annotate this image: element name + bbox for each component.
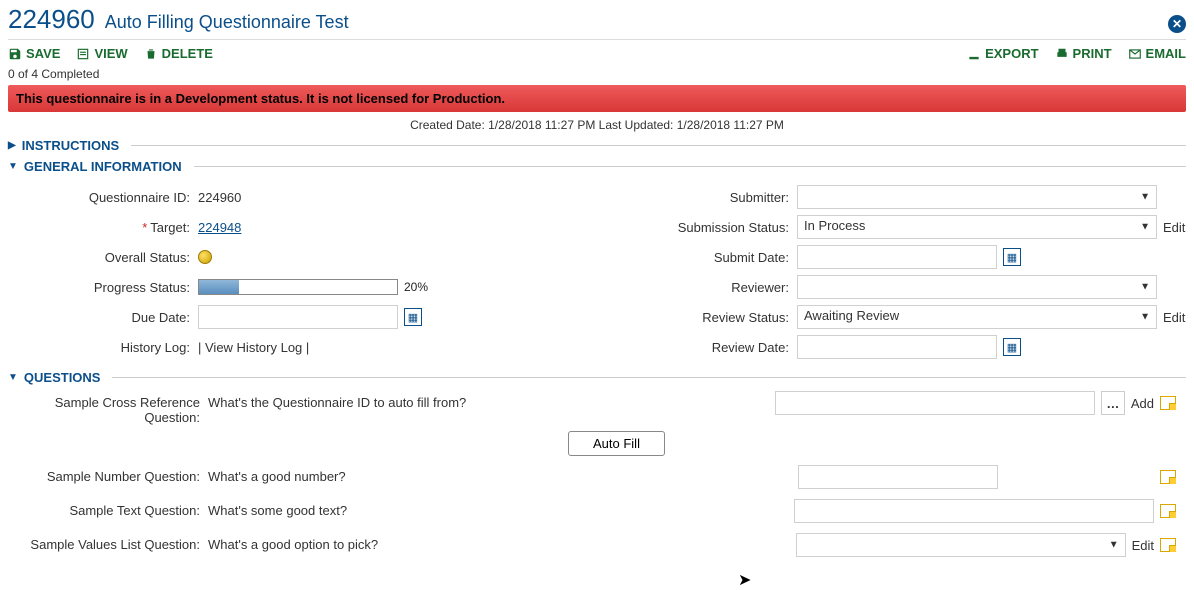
review-status-select[interactable]: Awaiting Review ▼ [797,305,1157,329]
q-text: What's a good option to pick? [208,533,568,552]
chevron-down-icon: ▼ [8,372,18,383]
edit-rev-status[interactable]: Edit [1163,310,1185,325]
note-icon[interactable] [1160,470,1176,484]
label-reviewer: Reviewer: [607,280,797,295]
label-sub-date: Submit Date: [607,250,797,265]
label-due: Due Date: [8,310,198,325]
q-label: Sample Text Question: [8,499,208,518]
view-icon [76,47,90,61]
warning-banner: This questionnaire is in a Development s… [8,85,1186,112]
calendar-icon[interactable]: ▦ [1003,338,1021,356]
reviewer-select[interactable]: ▼ [797,275,1157,299]
q-label: Sample Number Question: [8,465,208,484]
trash-icon [144,47,158,61]
add-link[interactable]: Add [1131,396,1154,411]
progress-pct: 20% [404,280,428,294]
label-target: Target: [8,220,198,235]
note-icon[interactable] [1160,504,1176,518]
export-button[interactable]: EXPORT [967,46,1038,61]
target-link[interactable]: 224948 [198,220,241,235]
review-date-input[interactable] [797,335,997,359]
chevron-down-icon: ▼ [8,161,18,172]
save-button[interactable]: SAVE [8,46,60,61]
section-general[interactable]: ▼ GENERAL INFORMATION [8,159,1186,174]
value-qid: 224960 [198,190,587,205]
q-text: What's a good number? [208,465,568,484]
record-id: 224960 [8,4,95,35]
meta-dates: Created Date: 1/28/2018 11:27 PM Last Up… [8,118,1186,132]
q-label: Sample Cross Reference Question: [8,391,208,425]
note-icon[interactable] [1160,396,1176,410]
label-progress: Progress Status: [8,280,198,295]
page-title: Auto Filling Questionnaire Test [105,12,349,33]
number-input[interactable] [798,465,998,489]
calendar-icon[interactable]: ▦ [404,308,422,326]
submission-status-select[interactable]: In Process ▼ [797,215,1157,239]
mail-icon [1128,47,1142,61]
view-button[interactable]: VIEW [76,46,127,61]
edit-sub-status[interactable]: Edit [1163,220,1185,235]
cursor-icon: ➤ [738,570,751,590]
status-dot-icon [198,250,212,264]
submitter-select[interactable]: ▼ [797,185,1157,209]
history-log-link[interactable]: | View History Log | [198,340,309,355]
email-button[interactable]: EMAIL [1128,46,1186,61]
values-list-select[interactable]: ▼ [796,533,1126,557]
q-label: Sample Values List Question: [8,533,208,552]
label-qid: Questionnaire ID: [8,190,198,205]
print-icon [1055,47,1069,61]
section-instructions[interactable]: ▶ INSTRUCTIONS [8,138,1186,153]
label-rev-status: Review Status: [607,310,797,325]
note-icon[interactable] [1160,538,1176,552]
section-questions[interactable]: ▼ QUESTIONS [8,370,1186,385]
lookup-button[interactable]: … [1101,391,1125,415]
auto-fill-button[interactable]: Auto Fill [568,431,665,456]
calendar-icon[interactable]: ▦ [1003,248,1021,266]
text-input[interactable] [794,499,1154,523]
q-text: What's some good text? [208,499,568,518]
delete-button[interactable]: DELETE [144,46,213,61]
label-sub-status: Submission Status: [607,220,797,235]
save-icon [8,47,22,61]
chevron-right-icon: ▶ [8,140,16,151]
submit-date-input[interactable] [797,245,997,269]
label-rev-date: Review Date: [607,340,797,355]
crossref-input[interactable] [775,391,1095,415]
q-text: What's the Questionnaire ID to auto fill… [208,391,568,410]
close-icon[interactable]: ✕ [1168,15,1186,33]
label-overall: Overall Status: [8,250,198,265]
edit-values-list[interactable]: Edit [1132,538,1154,553]
completion-status: 0 of 4 Completed [8,67,1186,81]
due-date-input[interactable] [198,305,398,329]
progress-bar [198,279,398,295]
export-icon [967,47,981,61]
label-history: History Log: [8,340,198,355]
print-button[interactable]: PRINT [1055,46,1112,61]
label-submitter: Submitter: [607,190,797,205]
